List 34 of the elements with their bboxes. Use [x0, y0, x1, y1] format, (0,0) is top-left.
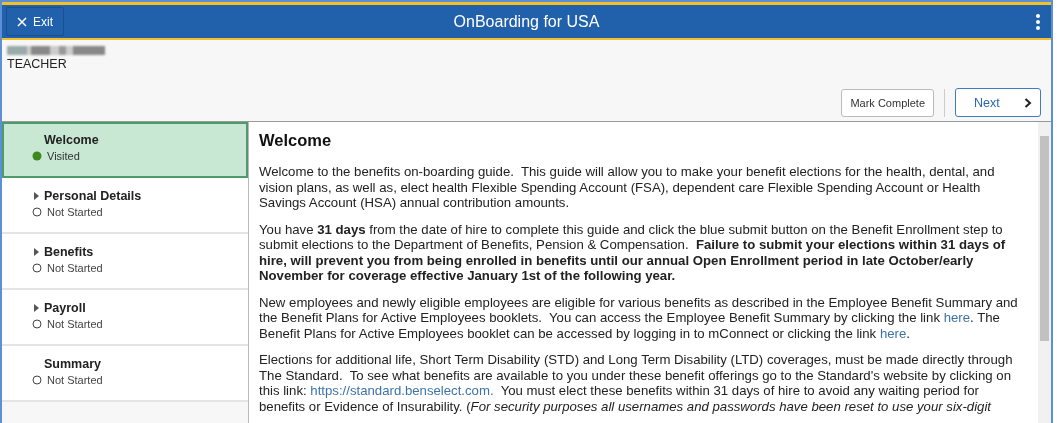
menu-icon[interactable]: [1035, 12, 1041, 31]
exit-button[interactable]: Exit: [6, 7, 64, 36]
link[interactable]: https://standard.benselect.com.: [310, 383, 494, 398]
step-status: Not Started: [47, 206, 103, 218]
next-button[interactable]: Next: [955, 88, 1041, 117]
paragraph: Elections for additional life, Short Term Disability (STD) and Long Term Disability (LTD) coverages, must be made directly through The Standard. To see what benefits are available to you under these benefit offerings go to the Standard's website by clicking on this link: https://standard.benselect.com. You must elect these benefits within 31 days of hire to avoid any waiting period for benefits or Evidence of Insurability. (For security purposes all usernames and passwords have been reset to use your six-digit: [259, 352, 1014, 414]
page-title: OnBoarding for USA: [453, 12, 600, 31]
paragraph: New employees and newly eligible employees are eligible for various benefits as described in the Employee Benefit Summary and the Benefit Plans for Active Employees booklets. You can access the Employee Benefit Summary by clicking the link here. The Benefit Plans for Active Employees booklet can be accessed by logging in to mConnect or clicking the link here.: [259, 294, 1019, 341]
step-item[interactable]: Welcome Visited: [2, 122, 248, 178]
close-icon: [17, 16, 27, 27]
section-heading: Welcome: [259, 131, 333, 150]
step-label: Personal Details: [44, 189, 142, 203]
step-item[interactable]: Summary Not Started: [2, 346, 248, 402]
step-status: Not Started: [47, 374, 103, 386]
step-item[interactable]: Personal Details Not Started: [2, 178, 248, 234]
expand-icon[interactable]: [34, 248, 39, 256]
step-status: Not Started: [47, 262, 103, 274]
step-label: Welcome: [44, 133, 99, 147]
step-label: Summary: [44, 357, 101, 371]
scrollbar[interactable]: [1038, 122, 1051, 423]
paragraph: Welcome to the benefits on-boarding guide. This guide will allow you to make your benefit elections for the health, dental, and vision plans, as well as, elect health Flexible Spending Account (FSA), dependent care Flexible Spending Account or Health Savings Account (HSA) annual contribution amounts.: [259, 164, 996, 211]
step-label: Benefits: [44, 245, 94, 259]
paragraph: You have 31 days from the date of hire to complete this guide and click the blue submit button on the Benefit Enrollment step to submit elections to the Department of Benefits, Pension & Compensation. Failure to submit your elections within 31 days of hire, will prevent you from being enrolled in benefits until our annual Open Enrollment period in late October/early November for coverage effective January 1st of the following year.: [259, 221, 1007, 284]
step-label: Payroll: [44, 301, 86, 315]
step-status: Visited: [47, 150, 80, 162]
chevron-right-icon: [1024, 97, 1032, 108]
mark-complete-button[interactable]: Mark Complete: [841, 88, 934, 117]
link[interactable]: here: [943, 310, 971, 325]
expand-icon[interactable]: [34, 304, 39, 312]
step-item[interactable]: Payroll Not Started: [2, 290, 248, 346]
step-item[interactable]: Benefits Not Started: [2, 234, 248, 290]
step-status: Not Started: [47, 318, 103, 330]
job-title: TEACHER: [7, 57, 68, 71]
expand-icon[interactable]: [34, 192, 39, 200]
